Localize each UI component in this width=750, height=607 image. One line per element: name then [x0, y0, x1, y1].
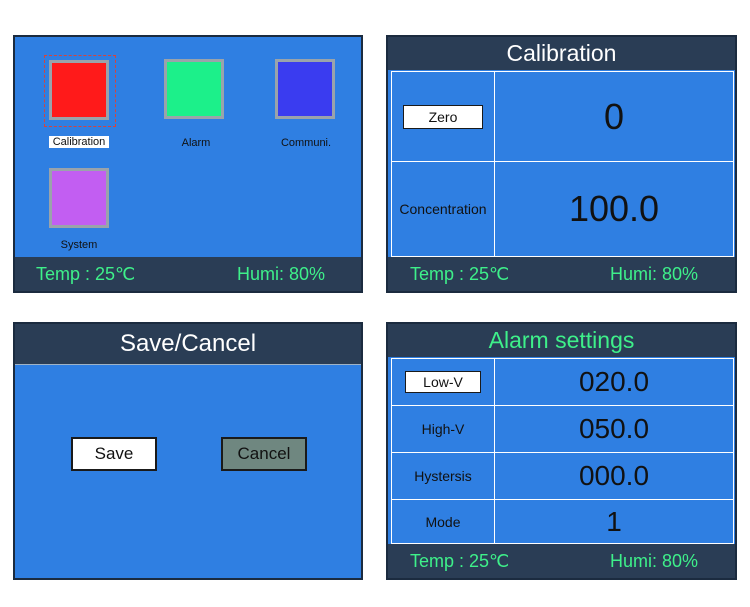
status-bar: Temp : 25℃ Humi: 80% [388, 257, 735, 291]
hystersis-value-cell[interactable]: 000.0 [494, 452, 734, 500]
save-cancel-title: Save/Cancel [15, 324, 361, 365]
low-v-value-cell[interactable]: 020.0 [494, 358, 734, 406]
humi-readout: Humi: 80% [610, 551, 699, 571]
low-v-button[interactable]: Low-V [405, 371, 481, 393]
mode-value-cell[interactable]: 1 [494, 499, 734, 544]
mode-label-cell[interactable]: Mode [391, 499, 495, 544]
save-button[interactable]: Save [71, 437, 157, 471]
zero-value-cell[interactable]: 0 [494, 71, 734, 162]
calibration-tile-icon[interactable] [49, 60, 109, 120]
alarm-settings-screen: Alarm settings Low-V 020.0 High-V 050.0 … [386, 322, 737, 580]
zero-button[interactable]: Zero [403, 104, 483, 129]
main-menu-screen: Calibration Alarm Communi. System Temp :… [13, 35, 363, 293]
concentration-label-cell[interactable]: Concentration [391, 161, 495, 257]
menu-item-calibration[interactable]: Calibration [34, 136, 124, 148]
temp-readout: Temp : 25℃ [410, 264, 510, 284]
humi-readout: Humi: 80% [237, 264, 326, 284]
low-v-label-cell: Low-V [391, 358, 495, 406]
temp-readout: Temp : 25℃ [410, 551, 510, 571]
alarm-tile-icon[interactable] [164, 59, 224, 119]
temp-readout: Temp : 25℃ [36, 264, 136, 284]
cancel-button[interactable]: Cancel [221, 437, 307, 471]
zero-label-cell: Zero [391, 71, 495, 162]
status-bar: Temp : 25℃ Humi: 80% [15, 257, 361, 291]
menu-item-communi[interactable]: Communi. [261, 137, 351, 149]
calibration-title: Calibration [388, 37, 735, 70]
menu-item-system[interactable]: System [34, 239, 124, 251]
high-v-label-cell[interactable]: High-V [391, 405, 495, 453]
humi-readout: Humi: 80% [610, 264, 699, 284]
menu-item-alarm[interactable]: Alarm [151, 137, 241, 149]
system-tile-icon[interactable] [49, 168, 109, 228]
status-bar: Temp : 25℃ Humi: 80% [388, 544, 735, 578]
concentration-value-cell[interactable]: 100.0 [494, 161, 734, 257]
high-v-value-cell[interactable]: 050.0 [494, 405, 734, 453]
save-cancel-screen: Save/Cancel Save Cancel [13, 322, 363, 580]
calibration-screen: Calibration Zero 0 Concentration 100.0 T… [386, 35, 737, 293]
alarm-title: Alarm settings [388, 324, 735, 357]
hystersis-label-cell[interactable]: Hystersis [391, 452, 495, 500]
communi-tile-icon[interactable] [275, 59, 335, 119]
